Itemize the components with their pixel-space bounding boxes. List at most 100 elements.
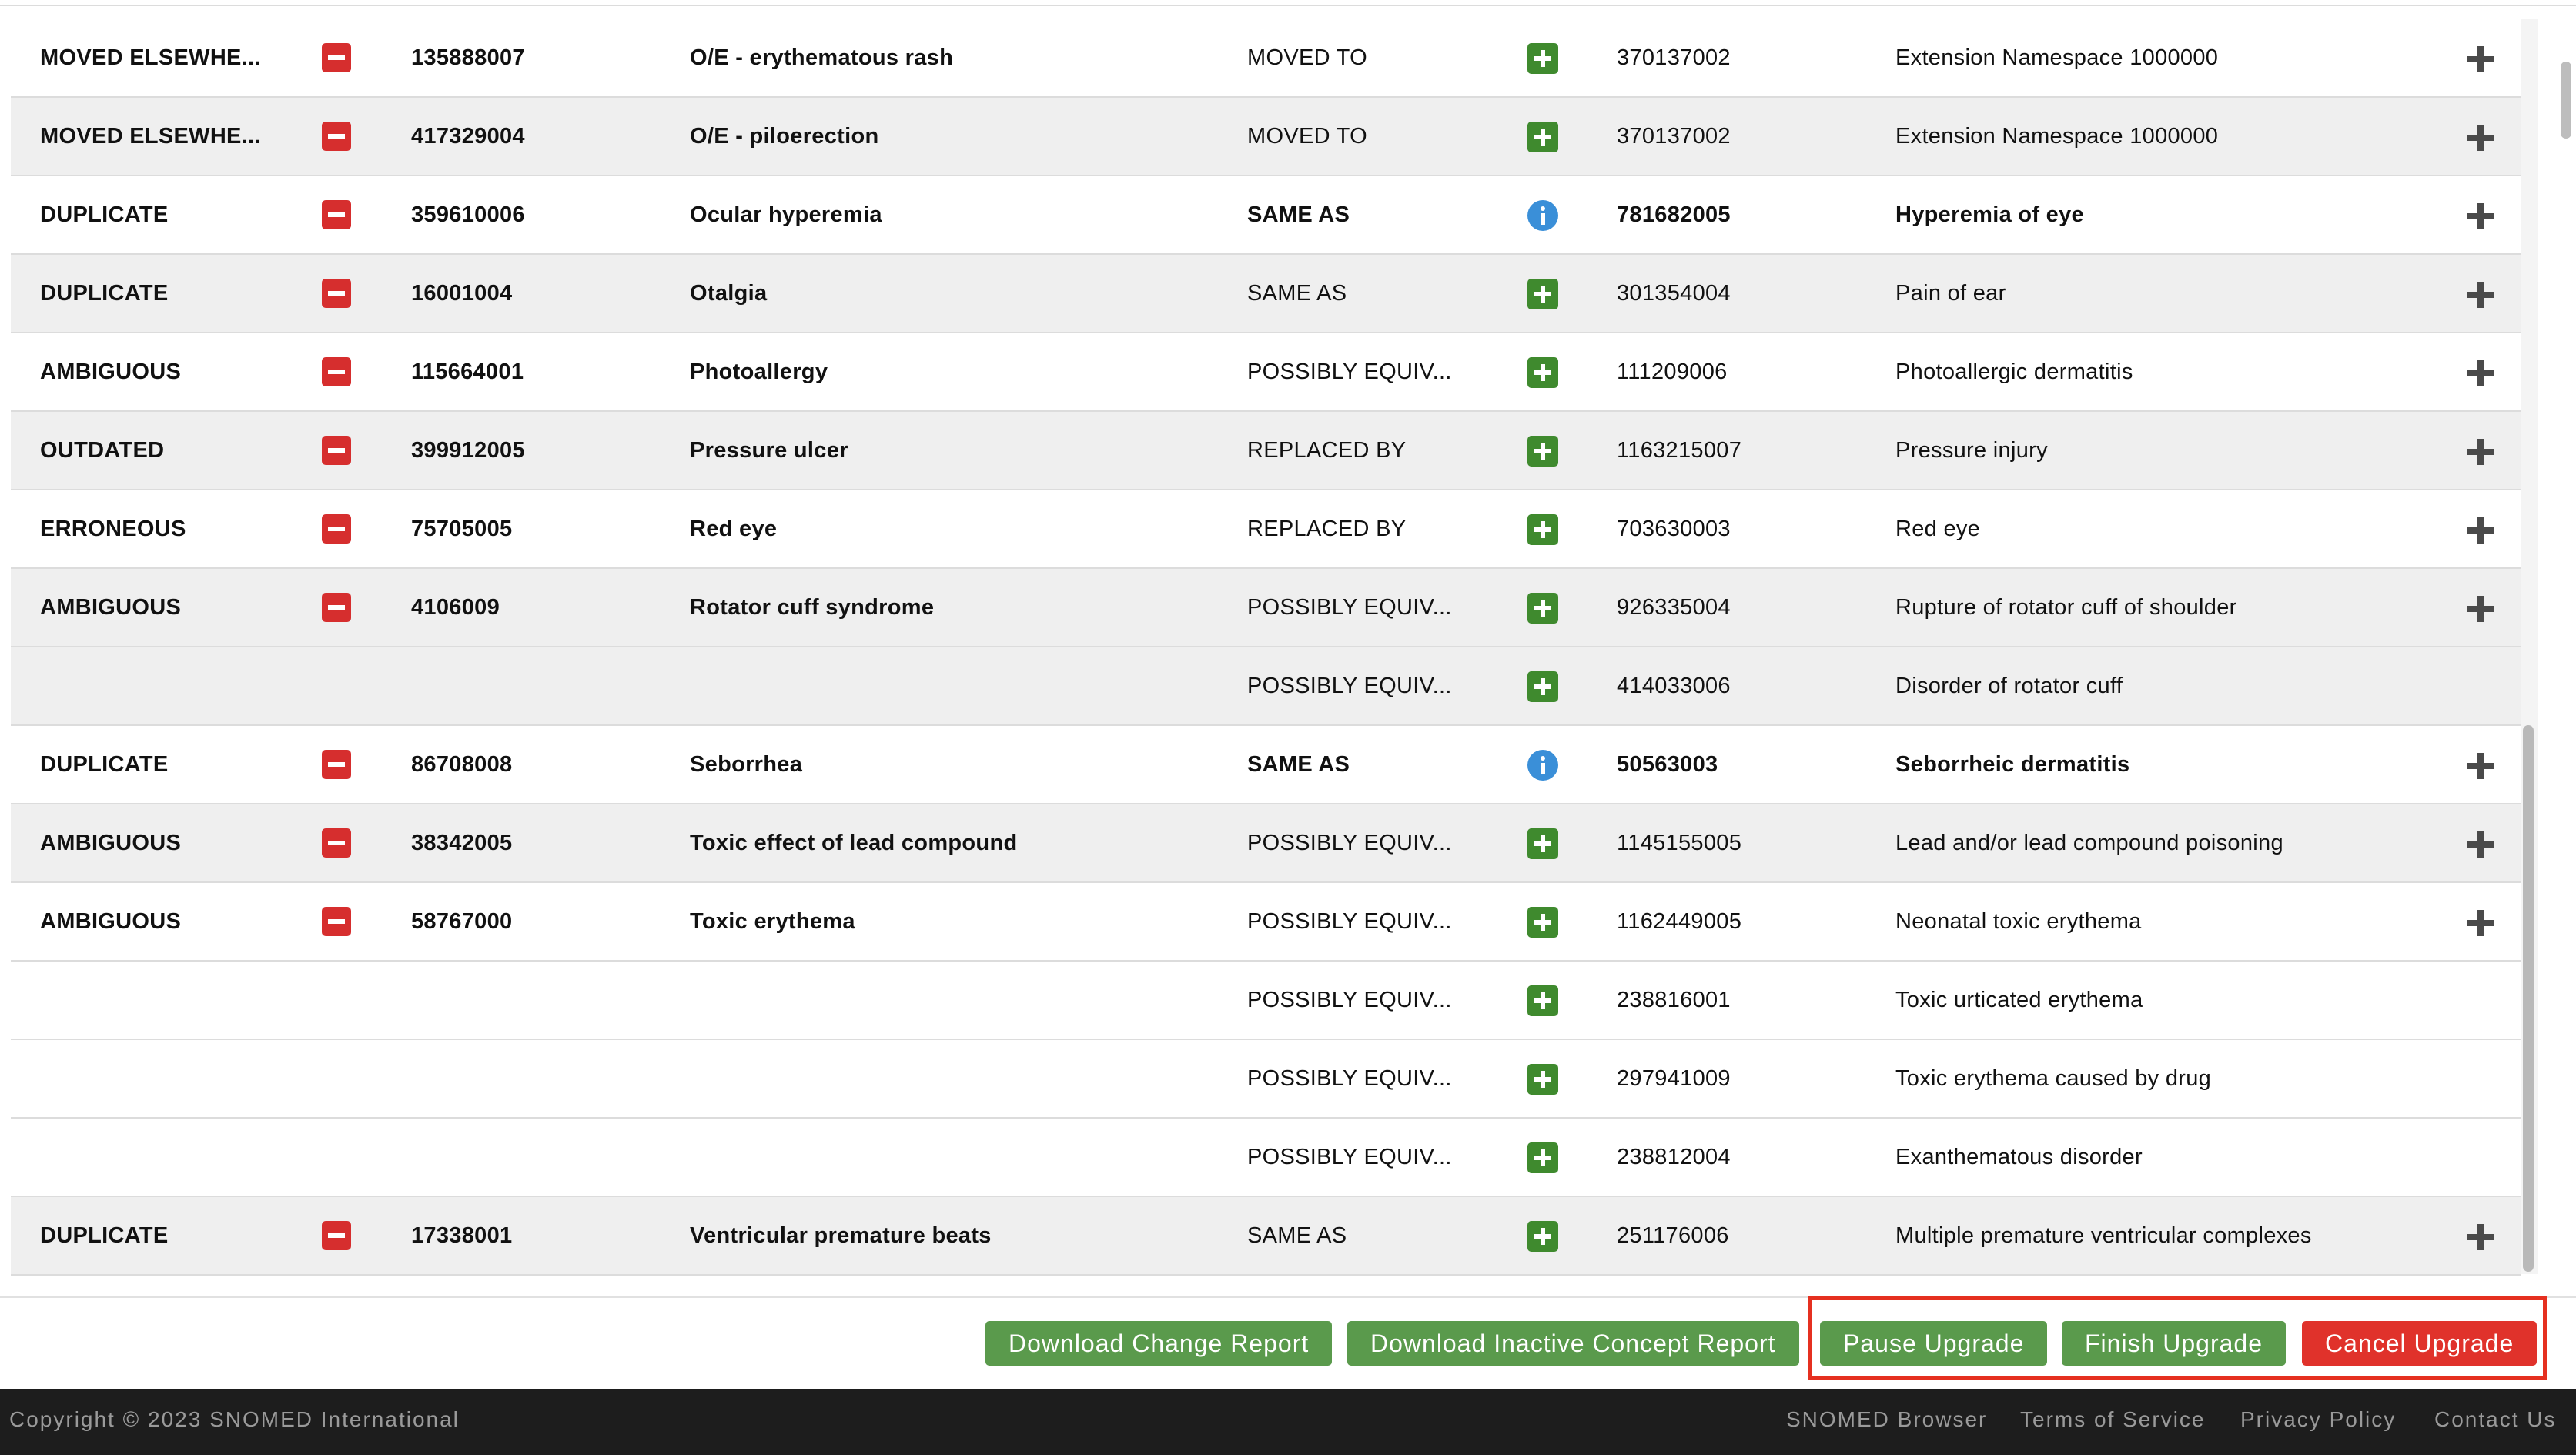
add-row-icon[interactable] — [2465, 122, 2496, 153]
table-row: AMBIGUOUS 38342005 Toxic effect of lead co… — [11, 804, 2521, 883]
add-replacement-icon[interactable] — [1527, 122, 1558, 152]
add-row-icon[interactable] — [2465, 44, 2496, 75]
concept-description: Red eye — [690, 517, 778, 541]
concept-code: 17338001 — [411, 1223, 513, 1248]
info-icon[interactable] — [1527, 750, 1558, 781]
remove-concept-icon[interactable] — [322, 514, 351, 544]
remove-concept-icon[interactable] — [322, 1221, 351, 1250]
target-concept-description: Seborrheic dermatitis — [1895, 752, 2130, 777]
target-concept-code: 926335004 — [1617, 595, 1731, 620]
add-replacement-icon[interactable] — [1527, 514, 1558, 545]
concept-code: 16001004 — [411, 281, 513, 306]
table-scrollbar-thumb[interactable] — [2523, 725, 2534, 1272]
target-concept-description: Lead and/or lead compound poisoning — [1895, 831, 2283, 855]
upgrade-review-page: MOVED ELSEWHE... 135888007 O/E - erythemat… — [0, 0, 2576, 1455]
target-concept-description: Hyperemia of eye — [1895, 202, 2084, 227]
add-replacement-icon[interactable] — [1527, 671, 1558, 702]
table-row: POSSIBLY EQUIV... 238812004 Exanthematous … — [11, 1119, 2521, 1197]
target-concept-description: Toxic urticated erythema — [1895, 988, 2143, 1012]
issue-status — [40, 1119, 286, 1196]
concept-description: Toxic effect of lead compound — [690, 831, 1018, 855]
issue-status: DUPLICATE — [40, 752, 169, 777]
concept-description — [690, 647, 1244, 724]
add-replacement-icon[interactable] — [1527, 907, 1558, 938]
download-change-report-button[interactable]: Download Change Report — [985, 1321, 1333, 1366]
remove-concept-icon[interactable] — [322, 907, 351, 936]
remove-concept-icon[interactable] — [322, 200, 351, 229]
top-divider — [0, 0, 2576, 6]
concept-description: Toxic erythema — [690, 909, 855, 934]
footer-link-privacy[interactable]: Privacy Policy — [2240, 1389, 2396, 1450]
add-replacement-icon[interactable] — [1527, 357, 1558, 388]
issue-status: AMBIGUOUS — [40, 360, 182, 384]
add-replacement-icon[interactable] — [1527, 593, 1558, 624]
concept-description: Photoallergy — [690, 360, 828, 384]
concept-description: O/E - piloerection — [690, 124, 879, 149]
add-replacement-icon[interactable] — [1527, 279, 1558, 309]
info-icon[interactable] — [1527, 200, 1558, 231]
concept-code: 75705005 — [411, 517, 513, 541]
page-scrollbar-thumb[interactable] — [2561, 62, 2571, 139]
remove-concept-icon[interactable] — [322, 750, 351, 779]
remove-concept-icon[interactable] — [322, 828, 351, 858]
target-concept-description: Extension Namespace 1000000 — [1895, 124, 2219, 149]
add-replacement-icon[interactable] — [1527, 828, 1558, 859]
target-concept-code: 370137002 — [1617, 124, 1731, 149]
target-concept-description: Photoallergic dermatitis — [1895, 360, 2133, 384]
remove-concept-icon[interactable] — [322, 436, 351, 465]
add-row-icon[interactable] — [2465, 1222, 2496, 1253]
site-footer: Copyright © 2023 SNOMED International SN… — [0, 1389, 2576, 1455]
issue-status: ERRONEOUS — [40, 517, 186, 541]
add-row-icon[interactable] — [2465, 436, 2496, 467]
remove-concept-icon[interactable] — [322, 357, 351, 386]
add-replacement-icon[interactable] — [1527, 1221, 1558, 1252]
add-replacement-icon[interactable] — [1527, 43, 1558, 74]
add-row-icon[interactable] — [2465, 358, 2496, 389]
relationship-type: POSSIBLY EQUIV... — [1247, 988, 1452, 1012]
download-inactive-concept-report-button[interactable]: Download Inactive Concept Report — [1347, 1321, 1799, 1366]
target-concept-description: Pain of ear — [1895, 281, 2006, 306]
add-row-icon[interactable] — [2465, 751, 2496, 781]
remove-concept-icon[interactable] — [322, 593, 351, 622]
add-row-icon[interactable] — [2465, 515, 2496, 546]
remove-concept-icon[interactable] — [322, 279, 351, 308]
target-concept-description: Exanthematous disorder — [1895, 1145, 2143, 1169]
relationship-type: POSSIBLY EQUIV... — [1247, 831, 1452, 855]
concept-description — [690, 1119, 1244, 1196]
concept-upgrade-table: MOVED ELSEWHE... 135888007 O/E - erythemat… — [11, 19, 2521, 1276]
footer-link-contact[interactable]: Contact Us — [2434, 1389, 2557, 1450]
footer-link-terms[interactable]: Terms of Service — [2020, 1389, 2206, 1450]
add-row-icon[interactable] — [2465, 279, 2496, 310]
target-concept-description: Red eye — [1895, 517, 1981, 541]
add-row-icon[interactable] — [2465, 829, 2496, 860]
target-concept-code: 238816001 — [1617, 988, 1731, 1012]
issue-status: DUPLICATE — [40, 1223, 169, 1248]
issue-status: DUPLICATE — [40, 281, 169, 306]
concept-code — [411, 962, 642, 1039]
target-concept-code: 1162449005 — [1617, 909, 1742, 934]
target-concept-code: 50563003 — [1617, 752, 1718, 777]
concept-code — [411, 647, 642, 724]
add-replacement-icon[interactable] — [1527, 1064, 1558, 1095]
add-row-icon[interactable] — [2465, 594, 2496, 624]
concept-code: 4106009 — [411, 595, 500, 620]
table-row: AMBIGUOUS 4106009 Rotator cuff syndrome POS… — [11, 569, 2521, 647]
add-replacement-icon[interactable] — [1527, 1142, 1558, 1173]
table-row: MOVED ELSEWHE... 417329004 O/E - piloerect… — [11, 98, 2521, 176]
add-replacement-icon[interactable] — [1527, 985, 1558, 1016]
issue-status — [40, 962, 286, 1039]
footer-link-snomed-browser[interactable]: SNOMED Browser — [1786, 1389, 1987, 1450]
remove-concept-icon[interactable] — [322, 43, 351, 72]
add-row-icon[interactable] — [2465, 908, 2496, 938]
table-row: OUTDATED 399912005 Pressure ulcer REPLACED … — [11, 412, 2521, 490]
add-replacement-icon[interactable] — [1527, 436, 1558, 467]
relationship-type: POSSIBLY EQUIV... — [1247, 1066, 1452, 1091]
relationship-type: POSSIBLY EQUIV... — [1247, 595, 1452, 620]
relationship-type: MOVED TO — [1247, 45, 1368, 70]
relationship-type: SAME AS — [1247, 202, 1350, 227]
table-row: AMBIGUOUS 115664001 Photoallergy POSSIBLY E… — [11, 333, 2521, 412]
remove-concept-icon[interactable] — [322, 122, 351, 151]
concept-code: 417329004 — [411, 124, 525, 149]
concept-description: Pressure ulcer — [690, 438, 848, 463]
add-row-icon[interactable] — [2465, 201, 2496, 232]
